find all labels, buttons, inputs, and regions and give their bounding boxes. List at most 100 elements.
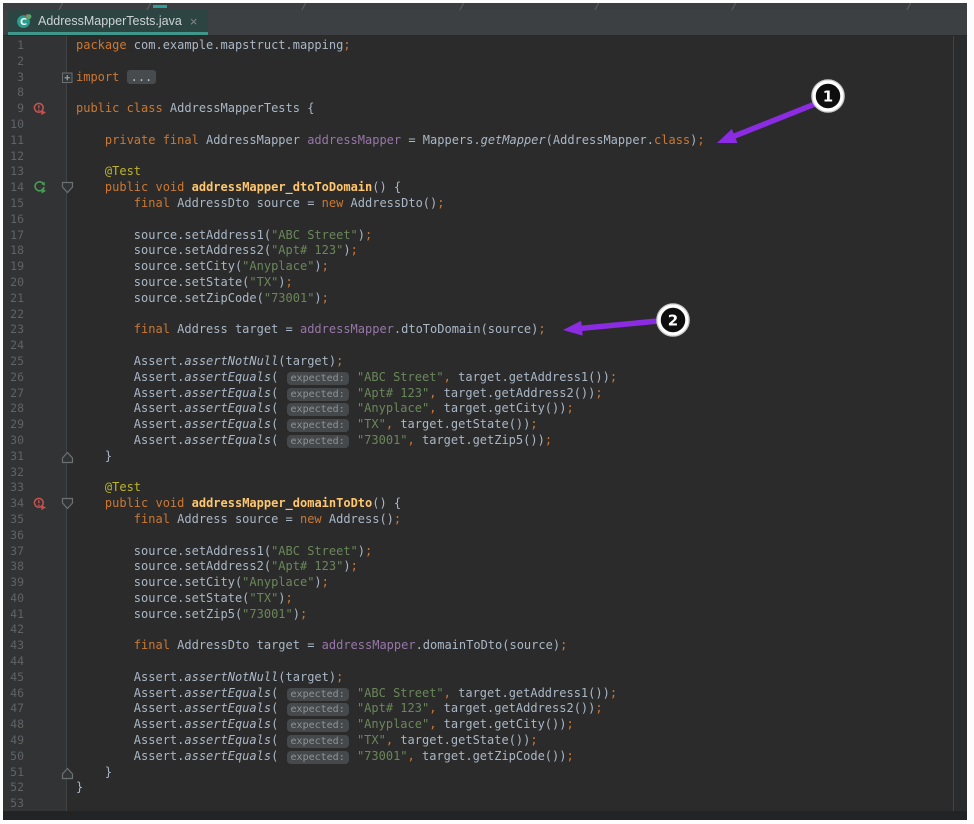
- code-text[interactable]: source.setAddress1("ABC Street");: [76, 228, 372, 244]
- gutter-spacer: [33, 576, 47, 592]
- gutter-spacer: [33, 260, 47, 276]
- code-text[interactable]: Assert.assertEquals( expected: "TX", tar…: [76, 733, 538, 749]
- code-line: 45 Assert.assertNotNull(target);: [3, 670, 954, 686]
- code-text[interactable]: public void addressMapper_domainToDto() …: [76, 496, 401, 512]
- code-line: 42: [3, 622, 954, 638]
- gutter-spacer: [33, 655, 47, 671]
- code-line: 14 public void addressMapper_dtoToDomain…: [3, 180, 954, 196]
- line-number: 11: [10, 132, 24, 147]
- code-line: 50 Assert.assertEquals( expected: "73001…: [3, 749, 954, 765]
- line-number: 22: [10, 306, 24, 321]
- code-text[interactable]: source.setAddress2("Apt# 123");: [76, 243, 358, 259]
- code-line: 37 source.setAddress1("ABC Street");: [3, 544, 954, 560]
- gutter-spacer: [33, 481, 47, 497]
- code-text[interactable]: source.setZipCode("73001");: [76, 291, 329, 307]
- line-number: 36: [10, 527, 24, 542]
- code-text[interactable]: }: [76, 449, 112, 465]
- gutter-spacer: [33, 450, 47, 466]
- code-line: 26 Assert.assertEquals( expected: "ABC S…: [3, 370, 954, 386]
- code-text[interactable]: source.setState("TX");: [76, 591, 293, 607]
- code-text[interactable]: source.setAddress1("ABC Street");: [76, 544, 372, 560]
- code-text[interactable]: source.setCity("Anyplace");: [76, 575, 329, 591]
- slash-artifact: [145, 3, 152, 10]
- code-line: 47 Assert.assertEquals( expected: "Apt# …: [3, 701, 954, 717]
- code-text[interactable]: }: [76, 780, 83, 796]
- code-text[interactable]: Assert.assertEquals( expected: "Apt# 123…: [76, 701, 603, 717]
- gutter-spacer: [33, 323, 47, 339]
- code-text[interactable]: Assert.assertEquals( expected: "73001", …: [76, 749, 574, 765]
- code-text[interactable]: Assert.assertNotNull(target);: [76, 670, 344, 686]
- svg-text:C: C: [20, 17, 27, 28]
- java-class-icon: C: [16, 13, 32, 29]
- code-text[interactable]: Assert.assertEquals( expected: "TX", tar…: [76, 417, 538, 433]
- code-text[interactable]: final Address target = addressMapper.dto…: [76, 322, 546, 338]
- gutter-spacer: [33, 781, 47, 797]
- gutter-spacer: [33, 387, 47, 403]
- line-number: 52: [10, 780, 24, 795]
- line-number: 40: [10, 590, 24, 605]
- code-text[interactable]: Assert.assertEquals( expected: "ABC Stre…: [76, 370, 617, 386]
- code-editor[interactable]: 1 package com.example.mapstruct.mapping; 2…: [3, 36, 967, 812]
- code-line: 34 public void addressMapper_domainToDto…: [3, 496, 954, 512]
- code-text[interactable]: Assert.assertEquals( expected: "Apt# 123…: [76, 386, 603, 402]
- line-number: 39: [10, 575, 24, 590]
- code-text[interactable]: public void addressMapper_dtoToDomain() …: [76, 180, 401, 196]
- code-line: 17 source.setAddress1("ABC Street");: [3, 228, 954, 244]
- code-line: 11 private final AddressMapper addressMa…: [3, 133, 954, 149]
- code-text[interactable]: private final AddressMapper addressMappe…: [76, 133, 705, 149]
- code-text[interactable]: package com.example.mapstruct.mapping;: [76, 38, 351, 54]
- code-text[interactable]: Assert.assertEquals( expected: "ABC Stre…: [76, 686, 617, 702]
- code-text[interactable]: import ...: [76, 69, 157, 86]
- line-number: 20: [10, 274, 24, 289]
- line-number: 23: [10, 322, 24, 337]
- code-text[interactable]: @Test: [76, 164, 141, 180]
- code-line: 23 final Address target = addressMapper.…: [3, 322, 954, 338]
- code-line: 8: [3, 85, 954, 101]
- scrollbar-track[interactable]: [953, 36, 967, 814]
- code-text[interactable]: @Test: [76, 480, 141, 496]
- gutter-spacer: [33, 371, 47, 387]
- fold-up-icon[interactable]: [61, 766, 74, 782]
- line-number: 48: [10, 717, 24, 732]
- fold-down-icon[interactable]: [61, 497, 74, 513]
- code-line: 41 source.setZip5("73001");: [3, 607, 954, 623]
- code-text[interactable]: source.setState("TX");: [76, 275, 293, 291]
- code-line: 18 source.setAddress2("Apt# 123");: [3, 243, 954, 259]
- code-text[interactable]: source.setZip5("73001");: [76, 607, 307, 623]
- code-text[interactable]: Assert.assertEquals( expected: "Anyplace…: [76, 717, 574, 733]
- code-text[interactable]: public class AddressMapperTests {: [76, 101, 314, 117]
- gutter-spacer: [33, 513, 47, 529]
- fold-down-icon[interactable]: [61, 181, 74, 197]
- code-text[interactable]: source.setAddress2("Apt# 123");: [76, 559, 358, 575]
- run-test-icon[interactable]: [33, 181, 47, 197]
- code-text[interactable]: Assert.assertEquals( expected: "73001", …: [76, 433, 552, 449]
- fold-plus-icon[interactable]: [61, 71, 74, 87]
- code-text[interactable]: Assert.assertNotNull(target);: [76, 354, 344, 370]
- line-number: 19: [10, 259, 24, 274]
- gutter-spacer: [33, 197, 47, 213]
- close-tab-icon[interactable]: ×: [190, 15, 198, 28]
- code-text[interactable]: final AddressDto target = addressMapper.…: [76, 638, 568, 654]
- code-text[interactable]: }: [76, 765, 112, 781]
- code-text[interactable]: final AddressDto source = new AddressDto…: [76, 196, 445, 212]
- test-failed-icon[interactable]: [33, 497, 47, 513]
- line-number: 26: [10, 369, 24, 384]
- code-line: 53: [3, 796, 954, 812]
- code-text[interactable]: source.setCity("Anyplace");: [76, 259, 329, 275]
- test-failed-icon[interactable]: [33, 102, 47, 118]
- fold-up-icon[interactable]: [61, 450, 74, 466]
- gutter-spacer: [33, 687, 47, 703]
- code-text[interactable]: Assert.assertEquals( expected: "Anyplace…: [76, 401, 574, 417]
- tab-addressmappertests[interactable]: C AddressMapperTests.java ×: [8, 10, 208, 35]
- code-text[interactable]: final Address source = new Address();: [76, 512, 401, 528]
- slash-artifact: [57, 3, 64, 10]
- code-line: 31 }: [3, 449, 954, 465]
